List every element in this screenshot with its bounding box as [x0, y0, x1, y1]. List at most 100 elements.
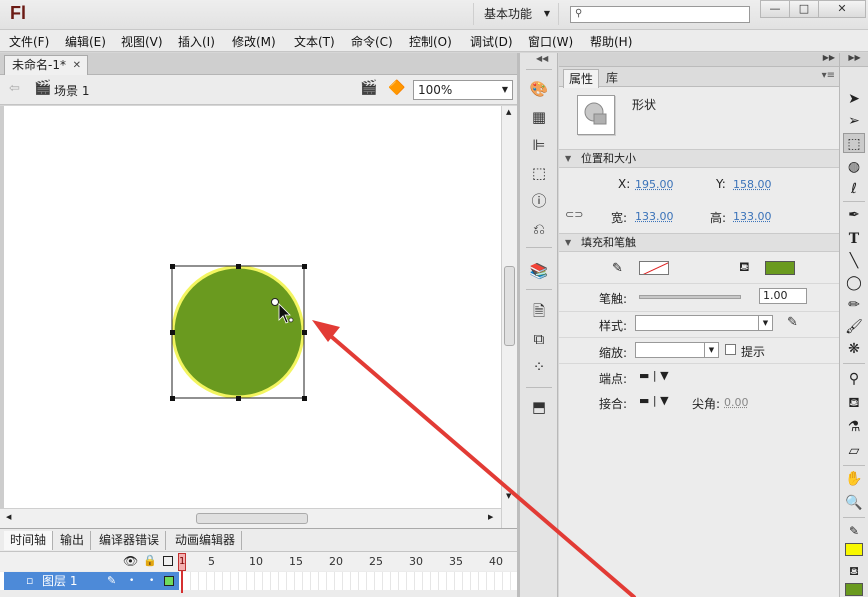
text-tool-icon[interactable]: T: [843, 229, 865, 249]
scale-select[interactable]: ▼: [635, 342, 719, 358]
bone-tool-icon[interactable]: ⚲: [843, 369, 865, 389]
horizontal-scrollbar[interactable]: ◀ ▶: [0, 508, 501, 528]
close-button[interactable]: ✕: [818, 0, 866, 18]
scroll-down-icon[interactable]: ▼: [506, 492, 511, 500]
swatches-grid-icon[interactable]: ▦: [529, 107, 549, 127]
menu-text[interactable]: 文本(T): [294, 33, 335, 50]
history-icon[interactable]: ⎌: [529, 219, 549, 239]
visibility-dot[interactable]: •: [129, 572, 134, 590]
layer-name-cell[interactable]: ▫ 图层 1 ✎ • •: [4, 572, 179, 590]
stroke-style-select[interactable]: ▼: [635, 315, 773, 331]
transform-icon[interactable]: ⬚: [529, 163, 549, 183]
width-value[interactable]: 133.00: [635, 210, 674, 223]
lock-icon[interactable]: 🔒: [143, 554, 157, 567]
back-arrow-icon[interactable]: ⇦: [9, 81, 20, 96]
tab-timeline[interactable]: 时间轴: [4, 531, 54, 550]
stroke-color-swatch[interactable]: [639, 261, 669, 275]
frame-cells[interactable]: [182, 572, 512, 590]
workspace-switcher[interactable]: 基本功能 ▼: [473, 3, 559, 25]
components-icon[interactable]: ⧉: [529, 329, 549, 349]
pen-tool-icon[interactable]: ✒: [843, 205, 865, 225]
lasso-tool-icon[interactable]: ℓ: [843, 179, 865, 199]
library-books-icon[interactable]: 📚: [529, 261, 549, 281]
eraser-tool-icon[interactable]: ▱: [843, 441, 865, 461]
fill-color-swatch[interactable]: [765, 261, 795, 275]
minimize-button[interactable]: —: [760, 0, 790, 18]
tab-properties[interactable]: 属性: [563, 69, 600, 88]
height-value[interactable]: 133.00: [733, 210, 772, 223]
vertical-scrollbar[interactable]: ▲ ▼: [501, 106, 517, 528]
fill-color-swatch[interactable]: [845, 583, 863, 596]
collapse-icon[interactable]: ◀◀: [536, 54, 548, 63]
section-position-size[interactable]: ▼ 位置和大小: [559, 149, 839, 168]
menu-help[interactable]: 帮助(H): [590, 33, 632, 50]
layer-row[interactable]: ▫ 图层 1 ✎ • •: [0, 572, 517, 590]
stage[interactable]: [4, 106, 501, 508]
selection-tool-icon[interactable]: ➤: [843, 89, 865, 109]
menu-edit[interactable]: 编辑(E): [65, 33, 106, 50]
horizontal-scroll-thumb[interactable]: [196, 513, 308, 524]
deco-tool-icon[interactable]: ❋: [843, 339, 865, 359]
code-snippets-icon[interactable]: 🗎: [529, 301, 549, 321]
subselection-tool-icon[interactable]: ➢: [843, 111, 865, 131]
menu-debug[interactable]: 调试(D): [470, 33, 513, 50]
y-value[interactable]: 158.00: [733, 178, 772, 191]
stroke-color-swatch[interactable]: [845, 543, 863, 556]
close-icon[interactable]: ✕: [73, 56, 81, 75]
menu-insert[interactable]: 插入(I): [178, 33, 215, 50]
hint-checkbox[interactable]: [725, 344, 736, 355]
hand-tool-icon[interactable]: ✋: [843, 469, 865, 489]
zoom-tool-icon[interactable]: 🔍: [843, 493, 865, 513]
circle-shape[interactable]: [174, 268, 302, 396]
tab-motion-editor[interactable]: 动画编辑器: [169, 531, 243, 550]
outline-icon[interactable]: [163, 556, 173, 566]
line-tool-icon[interactable]: ╲: [843, 251, 865, 271]
x-value[interactable]: 195.00: [635, 178, 674, 191]
menu-commands[interactable]: 命令(C): [351, 33, 393, 50]
scroll-up-icon[interactable]: ▲: [506, 108, 511, 116]
tab-library[interactable]: 库: [601, 69, 623, 88]
menu-control[interactable]: 控制(O): [409, 33, 452, 50]
3d-rotation-tool-icon[interactable]: ◍: [843, 157, 865, 177]
panel-menu-icon[interactable]: ▾≡: [822, 70, 835, 81]
scroll-right-icon[interactable]: ▶: [488, 513, 493, 521]
cap-style-select[interactable]: ▬ | ▼: [639, 369, 669, 382]
menu-file[interactable]: 文件(F): [9, 33, 49, 50]
motion-presets-icon[interactable]: ⁘: [529, 357, 549, 377]
align-icon[interactable]: ⊫: [529, 135, 549, 155]
edit-scene-icon[interactable]: 🎬: [360, 80, 377, 96]
outline-color-swatch[interactable]: [164, 576, 174, 586]
project-icon[interactable]: ⬒: [529, 397, 549, 417]
section-fill-stroke[interactable]: ▼ 填充和笔触: [559, 233, 839, 252]
search-input[interactable]: ⚲: [570, 6, 750, 23]
brush-tool-icon[interactable]: 🖌: [843, 317, 865, 337]
eye-icon[interactable]: 👁: [123, 554, 138, 568]
menu-modify[interactable]: 修改(M): [232, 33, 276, 50]
vertical-scroll-thumb[interactable]: [504, 266, 515, 346]
tab-compiler-errors[interactable]: 编译器错误: [93, 531, 167, 550]
playhead[interactable]: 1: [178, 553, 186, 571]
miter-value[interactable]: 0.00: [724, 396, 749, 409]
scroll-left-icon[interactable]: ◀: [6, 513, 11, 521]
paint-bucket-tool-icon[interactable]: ⛾: [843, 393, 865, 413]
oval-tool-icon[interactable]: ◯: [843, 273, 865, 293]
menu-window[interactable]: 窗口(W): [528, 33, 573, 50]
pencil-tool-icon[interactable]: ✏: [843, 295, 865, 315]
menu-view[interactable]: 视图(V): [121, 33, 163, 50]
info-icon[interactable]: ⓘ: [529, 191, 549, 211]
scene-label[interactable]: 场景 1: [54, 82, 89, 99]
edit-symbols-icon[interactable]: 🔶: [388, 80, 405, 96]
stroke-width-input[interactable]: 1.00: [759, 288, 807, 304]
free-transform-tool-icon[interactable]: ⬚: [843, 133, 865, 153]
lock-dot[interactable]: •: [149, 572, 154, 590]
maximize-button[interactable]: □: [789, 0, 819, 18]
edit-stroke-style-icon[interactable]: ✎: [787, 315, 798, 330]
zoom-select[interactable]: 100% ▼: [413, 80, 513, 100]
lock-aspect-icon[interactable]: ⊂⊃: [565, 208, 583, 221]
tab-output[interactable]: 输出: [54, 531, 92, 550]
document-tab[interactable]: 未命名-1* ✕: [4, 55, 88, 76]
stroke-width-slider[interactable]: [639, 295, 741, 299]
eyedropper-tool-icon[interactable]: ⚗: [843, 417, 865, 437]
join-style-select[interactable]: ▬ | ▼: [639, 394, 669, 407]
color-palette-icon[interactable]: 🎨: [529, 79, 549, 99]
